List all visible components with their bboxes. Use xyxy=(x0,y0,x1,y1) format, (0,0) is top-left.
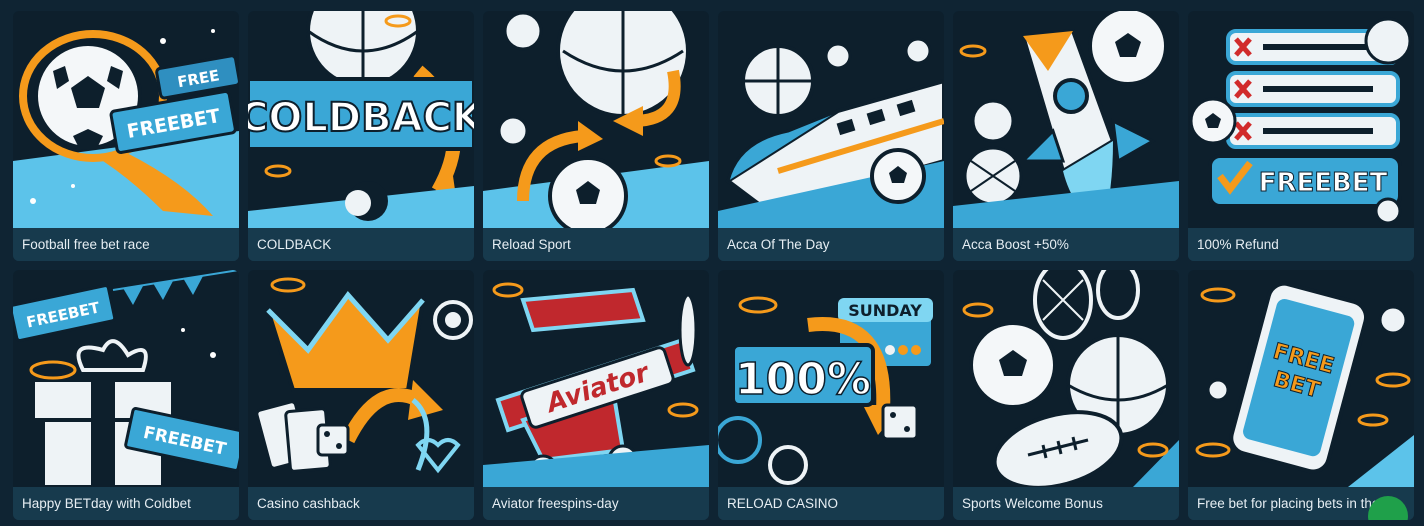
svg-text:COLDBACK: COLDBACK xyxy=(248,95,474,141)
promo-image: SUNDAY 100% xyxy=(718,270,944,487)
promo-title: 100% Refund xyxy=(1188,228,1414,261)
promo-image xyxy=(953,11,1179,228)
promo-card[interactable]: FREE BET Free bet for placing bets in th… xyxy=(1188,270,1414,520)
promo-card[interactable]: Aviator Aviator freespins-day xyxy=(483,270,709,520)
promo-card[interactable]: FREEBET FREEBET Happy BETday with Coldbe… xyxy=(13,270,239,520)
promo-image xyxy=(953,270,1179,487)
promo-card[interactable]: FREEBET 100% Refund xyxy=(1188,11,1414,261)
promo-image: COLDBACK xyxy=(248,11,474,228)
promo-card[interactable]: SUNDAY 100% RELOAD CASINO xyxy=(718,270,944,520)
promo-image: FREEBET FREE xyxy=(13,11,239,228)
promo-card[interactable]: Sports Welcome Bonus xyxy=(953,270,1179,520)
svg-text:FREEBET: FREEBET xyxy=(1259,168,1388,198)
promo-image xyxy=(483,11,709,228)
promo-image: FREE BET xyxy=(1188,270,1414,487)
promo-title: Acca Of The Day xyxy=(718,228,944,261)
promo-card[interactable]: Casino cashback xyxy=(248,270,474,520)
promo-image xyxy=(718,11,944,228)
promo-card[interactable]: Reload Sport xyxy=(483,11,709,261)
promo-image: FREEBET FREEBET xyxy=(13,270,239,487)
promo-title: Happy BETday with Coldbet xyxy=(13,487,239,520)
promo-card[interactable]: Acca Boost +50% xyxy=(953,11,1179,261)
promo-image: FREEBET xyxy=(1188,11,1414,228)
promotions-grid: FREEBET FREE Football free bet race COLD… xyxy=(13,11,1414,520)
promo-title: COLDBACK xyxy=(248,228,474,261)
promo-image xyxy=(248,270,474,487)
promo-card[interactable]: FREEBET FREE Football free bet race xyxy=(13,11,239,261)
promo-title: Sports Welcome Bonus xyxy=(953,487,1179,520)
promo-card[interactable]: COLDBACK COLDBACK xyxy=(248,11,474,261)
svg-text:100%: 100% xyxy=(735,354,871,405)
promo-title: Acca Boost +50% xyxy=(953,228,1179,261)
promo-title: Football free bet race xyxy=(13,228,239,261)
promo-title: Reload Sport xyxy=(483,228,709,261)
promo-title: Casino cashback xyxy=(248,487,474,520)
promo-title: Aviator freespins-day xyxy=(483,487,709,520)
promo-card[interactable]: Acca Of The Day xyxy=(718,11,944,261)
promo-title: RELOAD CASINO xyxy=(718,487,944,520)
svg-text:SUNDAY: SUNDAY xyxy=(848,301,922,320)
promo-image: Aviator xyxy=(483,270,709,487)
